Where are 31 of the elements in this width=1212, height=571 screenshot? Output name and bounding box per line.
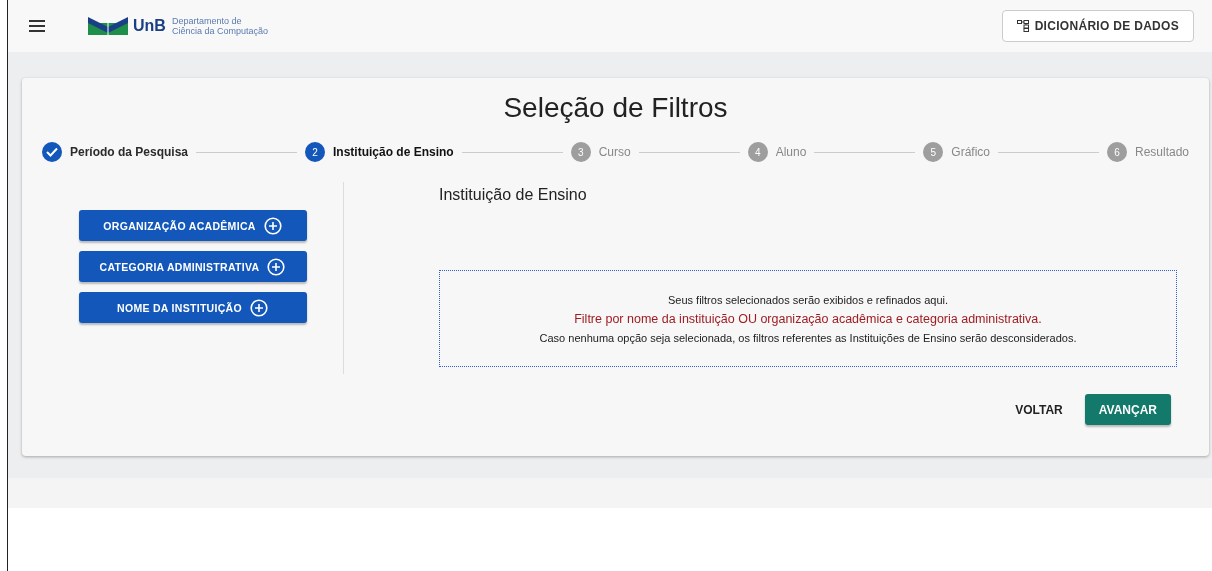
add-icon [249,298,268,317]
section-title: Instituição de Ensino [439,186,588,204]
notice-text: Caso nenhuma opção seja selecionada, os filtros referentes as Instituições de Ensino serão desconsiderados. [539,331,1077,344]
schema-icon [1016,20,1029,32]
page-title: Seleção de Filtros [502,92,729,124]
add-icon [267,257,286,276]
back-button[interactable]: VOLTAR [1007,394,1071,425]
next-button[interactable]: AVANÇAR [1084,394,1171,425]
step-number: 6 [1107,142,1127,162]
step-label: Resultado [1135,145,1190,159]
add-icon [263,216,282,235]
logo-icon [88,17,128,35]
step-label: Curso [598,145,631,159]
step-number: 4 [747,142,768,162]
department-name: Departamento de [171,16,243,26]
add-filter-button[interactable]: NOME DA INSTITUIÇÃO [78,292,307,323]
step-label: Período da Pesquisa [70,145,189,159]
step-number: 2 [305,142,325,162]
step-label: Instituição de Ensino [333,145,454,159]
data-dictionary-button[interactable]: DICIONÁRIO DE DADOS [1001,10,1194,42]
add-filter-button[interactable]: ORGANIZAÇÃO ACADÊMICA [78,210,307,241]
notice-text: Seus filtros selecionados serão exibidos e refinados aqui. [667,293,949,306]
menu-icon[interactable] [29,20,45,32]
step-label: Gráfico [951,145,990,159]
step-label: Aluno [775,145,807,159]
logo-text: UnB [133,17,166,35]
step-number: 5 [923,142,944,162]
department-name: Ciência da Computação [171,26,268,36]
notice-text: Filtre por nome da instituição OU organização acadêmica e categoria administrativa. [574,311,1042,326]
add-filter-button[interactable]: CATEGORIA ADMINISTRATIVA [78,251,307,282]
step-number: 3 [570,142,591,162]
